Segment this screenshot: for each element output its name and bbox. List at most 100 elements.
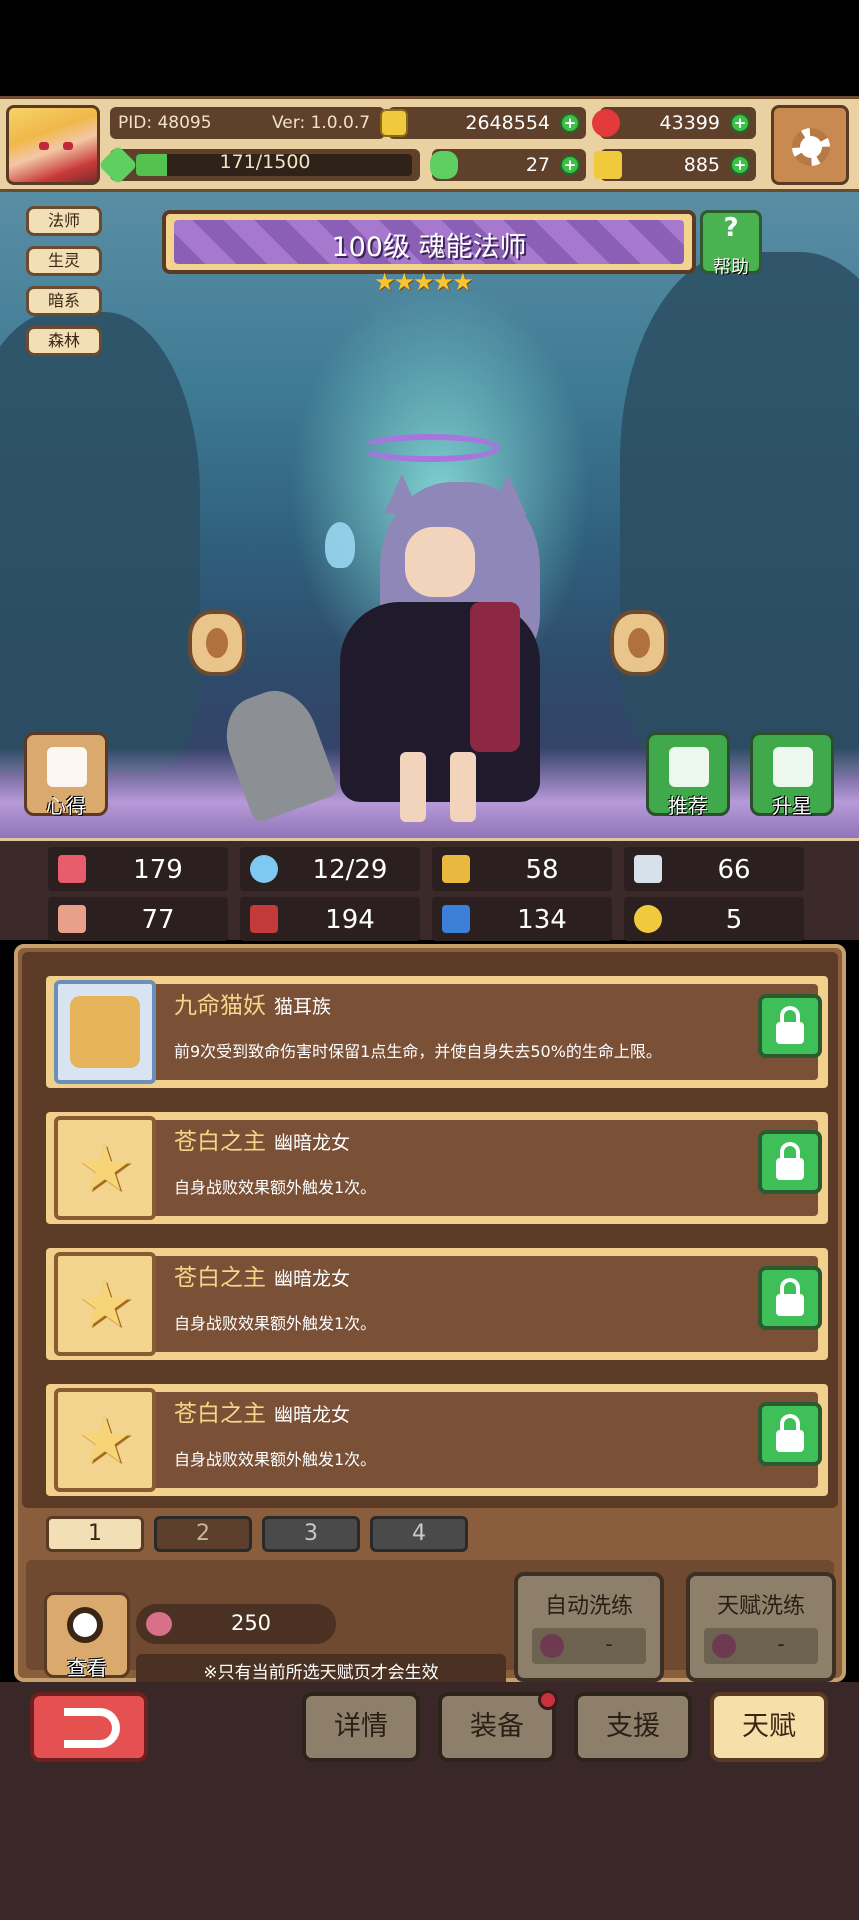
stat-value: 66	[717, 855, 751, 885]
key-counter: 885 +	[594, 149, 756, 181]
tag-class: 法师	[26, 206, 102, 236]
auto-wash-button[interactable]: 自动洗练 -	[514, 1572, 664, 1682]
talent-wash-cost: -	[704, 1628, 818, 1664]
help-label: 帮助	[713, 257, 749, 278]
talent-list: 九命猫妖 猫耳族 前9次受到致命伤害时保留1点生命，并使自身失去50%的生命上限。…	[22, 952, 838, 1508]
add-coins-button[interactable]: +	[560, 113, 580, 133]
stat-value: 179	[133, 855, 183, 885]
recommend-button[interactable]: 推荐	[646, 732, 730, 818]
back-button[interactable]	[30, 1692, 148, 1762]
back-arrow-icon	[64, 1708, 120, 1748]
tab-page-1[interactable]: 1	[46, 1516, 144, 1552]
add-clovers-button[interactable]: +	[560, 155, 580, 175]
talent-name-line: 苍白之主 幽暗龙女	[174, 1394, 350, 1428]
talent-lock-button[interactable]	[758, 994, 822, 1058]
talent-race: 幽暗龙女	[274, 1268, 351, 1290]
halo-effect	[360, 434, 500, 462]
next-character-arrow[interactable]	[610, 610, 668, 676]
settings-button[interactable]	[771, 105, 849, 185]
lock-body	[776, 1158, 804, 1180]
talent-wash-button[interactable]: 天赋洗练 -	[686, 1572, 836, 1682]
add-keys-button[interactable]: +	[730, 155, 750, 175]
lock-body	[776, 1294, 804, 1316]
avatar-eye-left	[39, 142, 49, 150]
coin-counter: 2648554 +	[380, 107, 586, 139]
player-id: PID: 48095	[118, 113, 212, 133]
character-title-banner: 100级 魂能法师	[162, 210, 696, 274]
recommend-label: 推荐	[668, 794, 708, 818]
talent-description: 自身战败效果额外触发1次。	[174, 1178, 377, 1197]
talent-actions-area: 查看 250 ※只有当前所选天赋页才会生效 自动洗练 - 天赋洗练 -	[26, 1560, 836, 1692]
star-talent-icon: ★	[54, 1116, 156, 1220]
thumbs-up-icon	[669, 747, 709, 787]
water-drop-icon	[250, 855, 278, 883]
tab-page-3[interactable]: 3	[262, 1516, 360, 1552]
talent-race: 猫耳族	[274, 996, 332, 1018]
question-icon: ?	[723, 213, 739, 243]
character-scene: 法师 生灵 暗系 森林 100级 魂能法师 ★★★★★ ? 帮助 心得 推荐 升…	[0, 192, 859, 838]
top-resource-bar: PID: 48095 Ver: 1.0.0.7 2648554 + 43399 …	[0, 96, 859, 192]
talent-panel: 九命猫妖 猫耳族 前9次受到致命伤害时保留1点生命，并使自身失去50%的生命上限。…	[14, 944, 846, 1692]
stat-hp: 179	[48, 847, 228, 891]
view-button[interactable]: 查看	[44, 1592, 130, 1680]
prev-character-arrow[interactable]	[188, 610, 246, 676]
help-button[interactable]: ? 帮助	[700, 210, 762, 278]
notebook-icon	[47, 747, 87, 787]
lock-body	[776, 1430, 804, 1452]
talent-card[interactable]: 九命猫妖 猫耳族 前9次受到致命伤害时保留1点生命，并使自身失去50%的生命上限。	[42, 972, 832, 1092]
talent-race: 幽暗龙女	[274, 1404, 351, 1426]
tab-page-4[interactable]: 4	[370, 1516, 468, 1552]
key-icon	[594, 151, 622, 179]
shield-icon	[442, 855, 470, 883]
nav-talent-button[interactable]: 天赋	[710, 1692, 828, 1762]
cat-ear-right	[490, 474, 526, 514]
talent-card[interactable]: ★ 苍白之主 幽暗龙女 自身战败效果额外触发1次。	[42, 1380, 832, 1500]
arrow-left-icon	[206, 628, 228, 658]
tab-page-2[interactable]: 2	[154, 1516, 252, 1552]
nav-equipment-button[interactable]: 装备	[438, 1690, 558, 1762]
leg-right	[450, 752, 476, 822]
coin-value: 2648554	[465, 112, 550, 134]
player-avatar[interactable]	[6, 105, 100, 185]
talent-lock-button[interactable]	[758, 1130, 822, 1194]
stat-value: 194	[325, 905, 375, 935]
talent-lock-button[interactable]	[758, 1402, 822, 1466]
gear-icon	[792, 128, 830, 166]
cost-value: 250	[230, 1611, 272, 1635]
notes-label: 心得	[46, 794, 86, 818]
tree-right	[620, 252, 859, 772]
star-talent-icon: ★	[54, 1388, 156, 1492]
bottom-nav: 详情 装备 支援 天赋	[0, 1682, 859, 1920]
book-icon	[250, 905, 278, 933]
star-upgrade-icon	[773, 747, 813, 787]
stamina-bar: 171/1500	[98, 145, 420, 185]
stat-defense: 58	[432, 847, 612, 891]
talent-card-body	[56, 1120, 818, 1216]
tag-race: 生灵	[26, 246, 102, 276]
nav-support-button[interactable]: 支援	[574, 1692, 692, 1762]
key-value: 885	[683, 154, 720, 176]
talent-card[interactable]: ★ 苍白之主 幽暗龙女 自身战败效果额外触发1次。	[42, 1108, 832, 1228]
notification-dot	[538, 1690, 558, 1710]
upgrade-label: 升星	[772, 794, 812, 818]
gem-counter: 43399 +	[592, 107, 756, 139]
talent-card[interactable]: ★ 苍白之主 幽暗龙女 自身战败效果额外触发1次。	[42, 1244, 832, 1364]
clover-icon	[430, 151, 458, 179]
stat-value: 77	[141, 905, 175, 935]
stat-attack: 77	[48, 897, 228, 941]
auto-wash-cost: -	[532, 1628, 646, 1664]
clover-counter: 27 +	[430, 149, 586, 181]
talent-page-tabs: 1 2 3 4	[46, 1512, 496, 1556]
coin-icon	[380, 109, 408, 137]
stat-agility: 134	[432, 897, 612, 941]
nav-details-button[interactable]: 详情	[302, 1692, 420, 1762]
talent-wash-count: -	[777, 1632, 785, 1656]
talent-race: 幽暗龙女	[274, 1132, 351, 1154]
add-gems-button[interactable]: +	[730, 113, 750, 133]
talent-lock-button[interactable]	[758, 1266, 822, 1330]
berry-icon	[540, 1634, 564, 1658]
stat-mana: 12/29	[240, 847, 420, 891]
notes-button[interactable]: 心得	[24, 732, 108, 818]
clover-value: 27	[525, 154, 550, 176]
upgrade-star-button[interactable]: 升星	[750, 732, 834, 818]
